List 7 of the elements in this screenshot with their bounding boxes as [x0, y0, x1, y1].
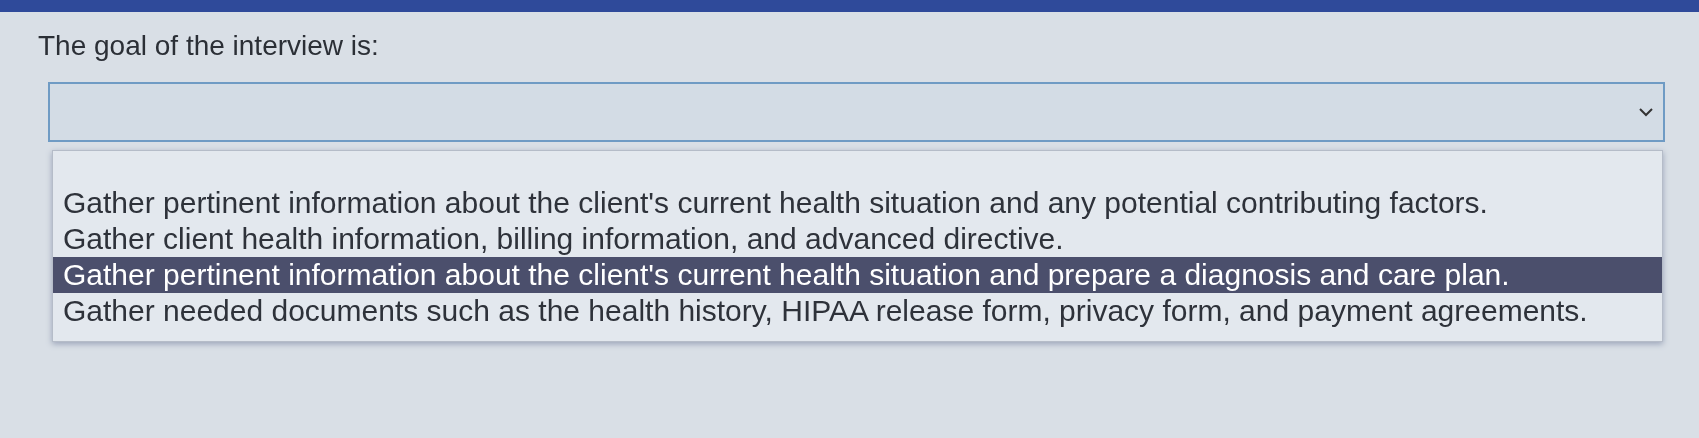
- dropdown-option[interactable]: Gather pertinent information about the client's current health situation and any potential contributing factors.: [53, 185, 1662, 221]
- dropdown-select[interactable]: [48, 82, 1665, 142]
- question-text: The goal of the interview is:: [38, 29, 380, 63]
- dropdown-option[interactable]: Gather pertinent information about the client's current health situation and prepare a diagnosis and care plan.: [53, 257, 1662, 293]
- chevron-down-icon: [1639, 108, 1653, 117]
- dropdown-option[interactable]: Gather needed documents such as the health history, HIPAA release form, privacy form, and payment agreements.: [53, 293, 1662, 329]
- dropdown-option[interactable]: Gather client health information, billing information, and advanced directive.: [53, 221, 1662, 257]
